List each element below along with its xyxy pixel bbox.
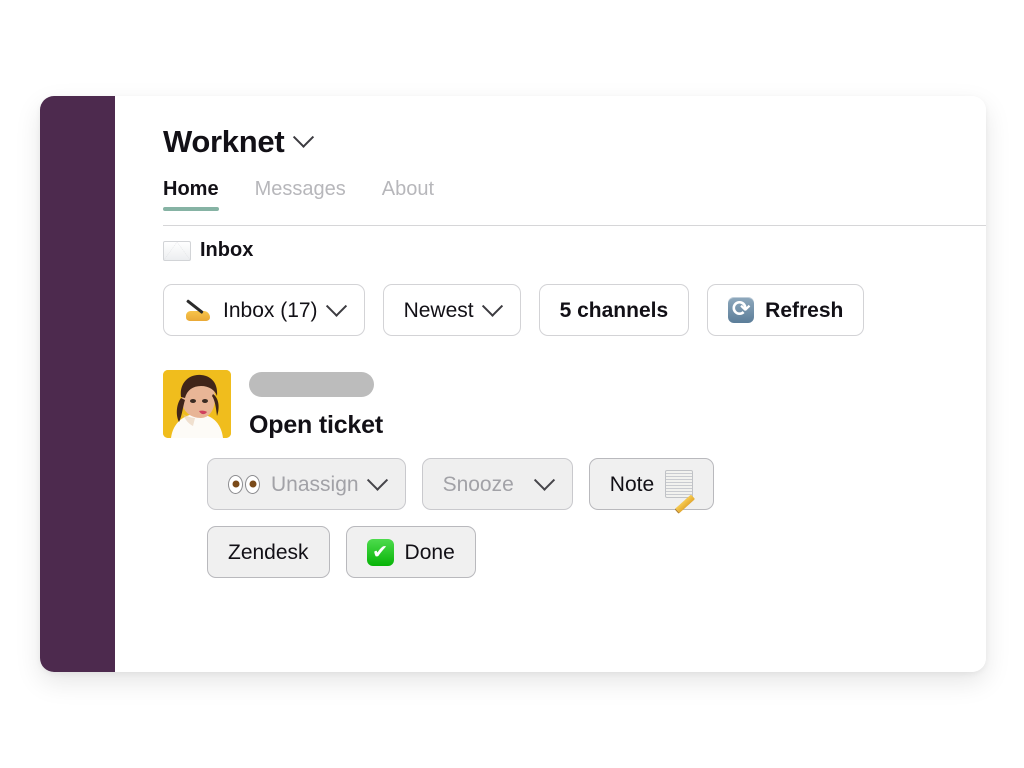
envelope-icon xyxy=(163,240,191,261)
chevron-down-icon[interactable] xyxy=(325,295,347,317)
inbox-filter-button[interactable]: Inbox (17) xyxy=(163,284,365,336)
app-header: Worknet Home Messages About xyxy=(115,96,986,211)
tab-bar-divider xyxy=(163,225,986,226)
tab-about[interactable]: About xyxy=(382,179,434,211)
page-root: Worknet Home Messages About Inbox Inbox … xyxy=(0,0,1024,768)
message-actions-row-1: Unassign Snooze Note xyxy=(207,458,986,510)
tab-home[interactable]: Home xyxy=(163,179,219,211)
inbox-heading-label: Inbox xyxy=(200,239,254,261)
message-actions: Unassign Snooze Note Zendesk ✔ Done xyxy=(115,458,986,578)
sort-order-label: Newest xyxy=(403,298,474,322)
workspace-title-row[interactable]: Worknet xyxy=(163,126,986,157)
message-title: Open ticket xyxy=(249,411,383,439)
chevron-down-icon[interactable] xyxy=(293,126,315,148)
zendesk-label: Zendesk xyxy=(228,540,309,564)
inbox-section: Inbox Inbox (17) Newest 5 channels ⟳ Ref… xyxy=(115,211,986,336)
inbox-toolbar: Inbox (17) Newest 5 channels Refresh xyxy=(163,284,986,336)
memo-icon xyxy=(665,470,694,498)
zendesk-button[interactable]: Zendesk xyxy=(207,526,330,578)
tab-messages[interactable]: Messages xyxy=(255,179,346,211)
slack-app-card: Worknet Home Messages About Inbox Inbox … xyxy=(40,96,986,672)
inbox-heading: Inbox xyxy=(163,239,986,262)
message-actions-row-2: Zendesk Done xyxy=(207,526,986,578)
avatar-photo xyxy=(163,370,231,438)
app-content-area: Worknet Home Messages About Inbox Inbox … xyxy=(115,96,986,672)
unassign-label: Unassign xyxy=(271,472,359,496)
channels-button[interactable]: 5 channels xyxy=(538,284,690,336)
unassign-button[interactable]: Unassign xyxy=(207,458,406,510)
note-button[interactable]: Note xyxy=(588,458,715,510)
note-label: Note xyxy=(609,472,655,496)
snooze-label: Snooze xyxy=(442,472,514,496)
refresh-button[interactable]: Refresh xyxy=(707,284,865,336)
refresh-icon xyxy=(728,297,755,323)
workspace-sidebar-rail[interactable] xyxy=(40,96,115,672)
writing-hand-icon xyxy=(184,299,212,321)
message-item: Open ticket xyxy=(115,336,986,440)
channels-label: 5 channels xyxy=(559,298,669,322)
refresh-label: Refresh xyxy=(765,298,844,322)
done-button[interactable]: Done xyxy=(345,526,476,578)
done-label: Done xyxy=(404,540,455,564)
avatar[interactable] xyxy=(163,370,231,438)
message-content: Open ticket xyxy=(249,370,383,440)
chevron-down-icon[interactable] xyxy=(533,469,555,491)
sender-name-redacted xyxy=(249,372,374,397)
chevron-down-icon[interactable] xyxy=(366,469,388,491)
snooze-button[interactable]: Snooze xyxy=(421,458,573,510)
inbox-filter-label: Inbox (17) xyxy=(223,298,318,322)
sort-order-button[interactable]: Newest xyxy=(382,284,521,336)
check-mark-icon xyxy=(366,538,394,566)
chevron-down-icon[interactable] xyxy=(481,295,503,317)
tab-bar: Home Messages About xyxy=(163,179,986,211)
page-title: Worknet xyxy=(163,124,285,159)
eyes-icon xyxy=(228,474,260,494)
